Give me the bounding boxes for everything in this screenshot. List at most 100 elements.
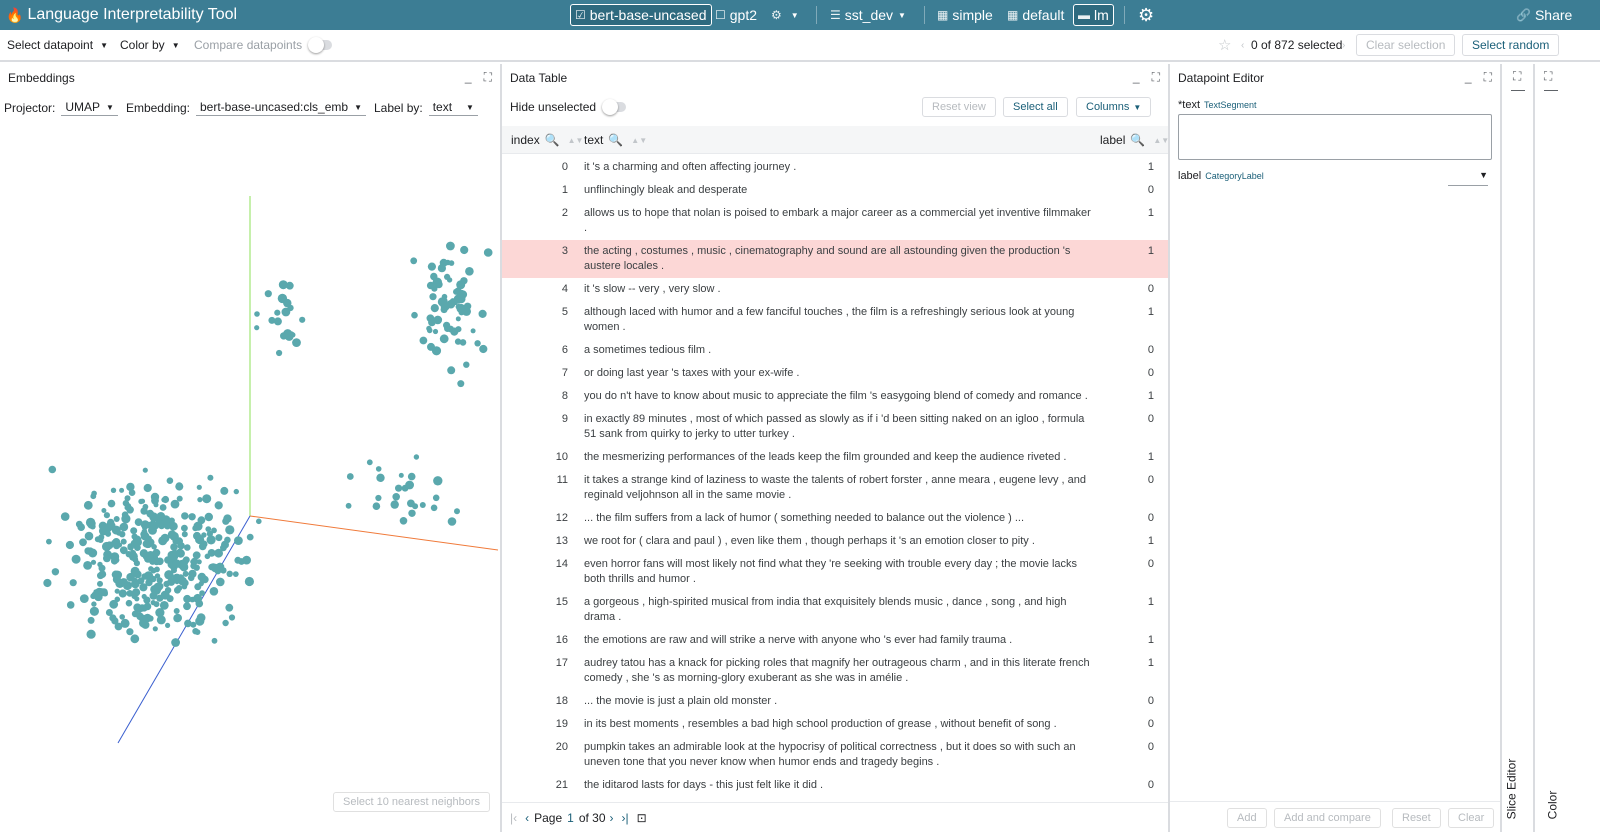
column-header-index[interactable]: index 🔍 ▲▼	[511, 126, 583, 154]
embedding-scatter-plot[interactable]	[2, 126, 498, 832]
sort-icon[interactable]: ▲▼	[1153, 136, 1169, 145]
table-row[interactable]: 5 although laced with humor and a few fan…	[502, 301, 1168, 339]
reset-button[interactable]: Reset	[1392, 808, 1441, 828]
column-header-text[interactable]: text 🔍 ▲▼	[584, 126, 647, 154]
model-compare-menu[interactable]: ⚙ ▼	[767, 4, 803, 26]
dataset-select[interactable]: ☰ sst_dev ▼	[826, 4, 910, 26]
embedding-point	[139, 498, 146, 504]
select-datapoint-label: Select datapoint	[7, 38, 94, 52]
table-row[interactable]: 18 ... the movie is just a plain old mons…	[502, 690, 1168, 713]
compare-datapoints-toggle[interactable]: Compare datapoints	[194, 30, 333, 60]
model-gpt2[interactable]: ☐ gpt2	[711, 4, 761, 26]
table-row[interactable]: 21 the iditarod lasts for days - this jus…	[502, 774, 1168, 796]
table-row[interactable]: 6 a sometimes tedious film . 0	[502, 339, 1168, 362]
table-row[interactable]: 0 it 's a charming and often affecting jo…	[502, 156, 1168, 179]
embedding-point	[225, 603, 234, 612]
embedding-point	[408, 509, 416, 517]
layout-default[interactable]: ▦ default	[1003, 4, 1068, 26]
table-row[interactable]: 20 pumpkin takes an admirable look at the…	[502, 736, 1168, 774]
table-row[interactable]: 2 allows us to hope that nolan is poised …	[502, 202, 1168, 240]
table-row[interactable]: 3 the acting , costumes , music , cinemat…	[502, 240, 1168, 278]
table-row[interactable]: 1 unflinchingly bleak and desperate 0	[502, 179, 1168, 202]
embedding-point	[97, 572, 104, 580]
minimize-icon[interactable]: _	[1465, 70, 1472, 85]
share-button[interactable]: 🔗 Share	[1512, 4, 1576, 26]
layout-lm[interactable]: ▬ lm	[1073, 4, 1114, 26]
embedding-point	[146, 535, 152, 541]
color-by-menu[interactable]: Color by ▼	[120, 30, 180, 60]
embedding-point	[456, 280, 466, 290]
embedding-point	[168, 517, 175, 524]
table-row[interactable]: 13 we root for ( clara and paul ) , even …	[502, 530, 1168, 553]
table-row[interactable]: 8 you do n't have to know about music to …	[502, 385, 1168, 408]
embedding-point	[164, 587, 172, 594]
last-page-icon[interactable]: ›|	[622, 811, 629, 825]
model-bert-base-uncased[interactable]: ☑ bert-base-uncased	[570, 4, 712, 26]
clear-selection-button[interactable]: Clear selection	[1356, 34, 1456, 56]
fullscreen-icon[interactable]: ⛶	[1513, 69, 1521, 84]
star-icon[interactable]: ☆	[1218, 30, 1231, 60]
hide-unselected-toggle[interactable]: Hide unselected	[510, 99, 627, 115]
table-row[interactable]: 9 in exactly 89 minutes , most of which p…	[502, 408, 1168, 446]
fullscreen-icon[interactable]: ⛶	[1544, 69, 1552, 84]
minimize-icon[interactable]: _	[465, 70, 472, 85]
settings-gear-icon[interactable]: ⚙	[1134, 4, 1158, 26]
slice-editor-tab[interactable]: ⛶ Slice Editor	[1503, 64, 1533, 832]
panel-title: Data Table	[510, 71, 568, 85]
table-row[interactable]: 7 or doing last year 's taxes with your e…	[502, 362, 1168, 385]
reset-view-button[interactable]: Reset view	[922, 97, 996, 117]
panel-divider[interactable]	[1500, 64, 1502, 832]
fullscreen-icon[interactable]: ⛶	[1484, 70, 1492, 85]
color-tab[interactable]: ⛶ Color	[1536, 64, 1566, 832]
embedding-point	[395, 484, 403, 492]
add-button[interactable]: Add	[1227, 808, 1267, 828]
first-page-icon[interactable]: |‹	[510, 811, 517, 825]
search-icon[interactable]: 🔍	[608, 133, 623, 147]
embedding-point	[90, 559, 97, 565]
layout-simple[interactable]: ▦ simple	[933, 4, 997, 26]
column-header-label[interactable]: label 🔍 ▲▼	[1100, 126, 1169, 154]
columns-button[interactable]: Columns ▼	[1076, 97, 1152, 117]
embedding-point	[437, 264, 446, 273]
add-and-compare-button[interactable]: Add and compare	[1274, 808, 1381, 828]
sort-icon[interactable]: ▲▼	[568, 136, 584, 145]
table-row[interactable]: 10 the mesmerizing performances of the le…	[502, 446, 1168, 469]
search-icon[interactable]: 🔍	[545, 133, 560, 147]
embedding-point	[459, 339, 467, 346]
next-page-icon[interactable]: ›	[610, 811, 614, 825]
search-icon[interactable]: 🔍	[1130, 133, 1145, 147]
plot-axes	[117, 196, 498, 744]
embedding-point	[175, 482, 184, 491]
select-nearest-neighbors-button[interactable]: Select 10 nearest neighbors	[333, 792, 490, 812]
table-row[interactable]: 4 it 's slow -- very , very slow . 0	[502, 278, 1168, 301]
select-random-button[interactable]: Select random	[1462, 34, 1560, 56]
cell-label: 0	[1147, 695, 1154, 707]
table-row[interactable]: 16 the emotions are raw and will strike a…	[502, 629, 1168, 652]
embedding-point	[234, 536, 243, 545]
embedding-point	[430, 504, 438, 512]
embedding-point	[164, 556, 172, 564]
fullscreen-icon[interactable]: ⛶	[1152, 70, 1160, 85]
table-row[interactable]: 17 audrey tatou has a knack for picking r…	[502, 652, 1168, 690]
select-datapoint-menu[interactable]: Select datapoint ▼	[7, 30, 108, 60]
table-row[interactable]: 15 a gorgeous , high-spirited musical fro…	[502, 591, 1168, 629]
projector-label: Projector:	[4, 101, 56, 115]
label-select[interactable]: ▼	[1448, 170, 1488, 186]
embedding-point	[451, 329, 458, 335]
prev-page-icon[interactable]: ‹	[525, 811, 529, 825]
label-by-select[interactable]: text ▼	[428, 100, 478, 116]
table-row[interactable]: 11 it takes a strange kind of laziness to…	[502, 469, 1168, 507]
sort-icon[interactable]: ▲▼	[631, 136, 647, 145]
download-icon[interactable]: ⊡	[637, 811, 647, 825]
select-all-button[interactable]: Select all	[1003, 97, 1068, 117]
table-row[interactable]: 14 even horror fans will most likely not …	[502, 553, 1168, 591]
minimize-icon[interactable]: _	[1133, 70, 1140, 85]
embedding-select[interactable]: bert-base-uncased:cls_emb ▼	[196, 100, 366, 116]
clear-button[interactable]: Clear	[1448, 808, 1495, 828]
table-row[interactable]: 12 ... the film suffers from a lack of hu…	[502, 507, 1168, 530]
projector-select[interactable]: UMAP ▼	[61, 100, 118, 116]
page-number[interactable]: 1	[567, 811, 574, 825]
text-input[interactable]	[1178, 114, 1492, 160]
fullscreen-icon[interactable]: ⛶	[484, 70, 492, 85]
table-row[interactable]: 19 in its best moments , resembles a bad …	[502, 713, 1168, 736]
